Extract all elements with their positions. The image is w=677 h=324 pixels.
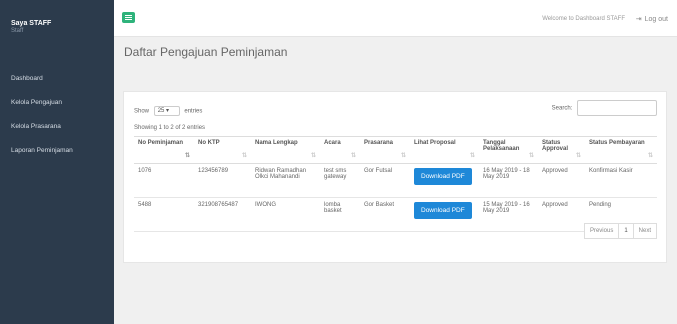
logout-link[interactable]: ⇥ Log out	[636, 15, 668, 23]
sidebar: Saya STAFF Staff Dashboard Kelola Pengaj…	[0, 0, 114, 324]
column-header[interactable]: Lihat Proposal ⇅	[410, 136, 479, 164]
welcome-text: Welcome to Dashboard STAFF	[542, 16, 625, 22]
brand: Saya STAFF Staff	[11, 20, 51, 34]
cell-approval: Approved	[538, 197, 585, 232]
column-header[interactable]: Prasarana ⇅	[360, 136, 410, 164]
sidebar-item-dashboard[interactable]: Dashboard	[0, 71, 114, 95]
column-header[interactable]: Status Approval ⇅	[538, 136, 585, 164]
cell-proposal: Download PDF	[410, 163, 479, 198]
pagination-previous[interactable]: Previous	[583, 223, 620, 239]
cell-prasarana: Gor Futsal	[360, 163, 410, 198]
sidebar-menu: Dashboard Kelola Pengajuan Kelola Prasar…	[0, 71, 114, 167]
sign-out-icon: ⇥	[635, 16, 642, 23]
cell-nama: Ridwan Ramadhan Olkci Mahanandi	[251, 163, 320, 198]
cell-tanggal: 16 May 2019 - 18 May 2019	[479, 163, 538, 198]
page-title: Daftar Pengajuan Peminjaman	[124, 45, 288, 59]
cell-nama: IWONG	[251, 197, 320, 232]
search-label: Search:	[551, 105, 573, 112]
content-panel: Show 25 ▾ entries Search: Showing 1 to 2…	[123, 91, 667, 263]
cell-no: 1076	[134, 163, 194, 198]
pagination-next[interactable]: Next	[632, 223, 657, 239]
pagination-page-1[interactable]: 1	[618, 223, 634, 239]
topbar: Welcome to Dashboard STAFF ⇥ Log out	[114, 0, 677, 37]
sidebar-item-kelola-pengajuan[interactable]: Kelola Pengajuan	[0, 95, 114, 119]
table-header-row: No Peminjaman ⇅ No KTP ⇅ Nama Lengkap ⇅ Aca…	[134, 136, 657, 164]
sidebar-item-kelola-prasarana[interactable]: Kelola Prasarana	[0, 119, 114, 143]
column-header[interactable]: Nama Lengkap ⇅	[251, 136, 320, 164]
cell-ktp: 321908765487	[194, 197, 251, 232]
sidebar-item-laporan-peminjaman[interactable]: Laporan Peminjaman	[0, 143, 114, 167]
entries-select[interactable]: 25 ▾	[153, 106, 180, 116]
column-header[interactable]: Status Pembayaran ⇅	[585, 136, 657, 164]
column-header[interactable]: Tanggal Pelaksanaan ⇅	[479, 136, 538, 164]
cell-pembayaran: Konfirmasi Kasir	[585, 163, 657, 198]
cell-prasarana: Gor Basket	[360, 197, 410, 232]
logout-label: Log out	[644, 16, 668, 23]
table-row: 5488 321908765487 IWONG lomba basket Gor…	[134, 197, 657, 232]
column-header[interactable]: Acara ⇅	[320, 136, 360, 164]
entries-value: 25	[157, 108, 165, 114]
brand-title: Saya STAFF	[11, 20, 52, 27]
column-header[interactable]: No KTP ⇅	[194, 136, 251, 164]
search-wrap: Search:	[552, 100, 657, 116]
search-input[interactable]	[577, 100, 657, 116]
show-label: Show	[134, 108, 150, 115]
cell-proposal: Download PDF	[410, 197, 479, 232]
cell-approval: Approved	[538, 163, 585, 198]
pengajuan-table: No Peminjaman ⇅ No KTP ⇅ Nama Lengkap ⇅ Aca…	[134, 136, 657, 232]
pagination: Previous 1 Next	[583, 223, 657, 239]
brand-subtitle: Staff	[11, 28, 24, 34]
download-pdf-button[interactable]: Download PDF	[414, 202, 472, 219]
cell-acara: test sms gateway	[320, 163, 360, 198]
hamburger-icon[interactable]	[122, 12, 135, 23]
cell-no: 5488	[134, 197, 194, 232]
show-entries: Show 25 ▾ entries	[134, 106, 202, 116]
cell-ktp: 123456789	[194, 163, 251, 198]
column-header[interactable]: No Peminjaman ⇅	[134, 136, 194, 164]
table-row: 1076 123456789 Ridwan Ramadhan Olkci Mah…	[134, 163, 657, 198]
chevron-down-icon: ▾	[166, 108, 170, 114]
cell-acara: lomba basket	[320, 197, 360, 232]
cell-tanggal: 15 May 2019 - 16 May 2019	[479, 197, 538, 232]
showing-info: Showing 1 to 2 of 2 entries	[134, 125, 206, 131]
entries-label: entries	[184, 108, 203, 115]
download-pdf-button[interactable]: Download PDF	[414, 168, 472, 185]
